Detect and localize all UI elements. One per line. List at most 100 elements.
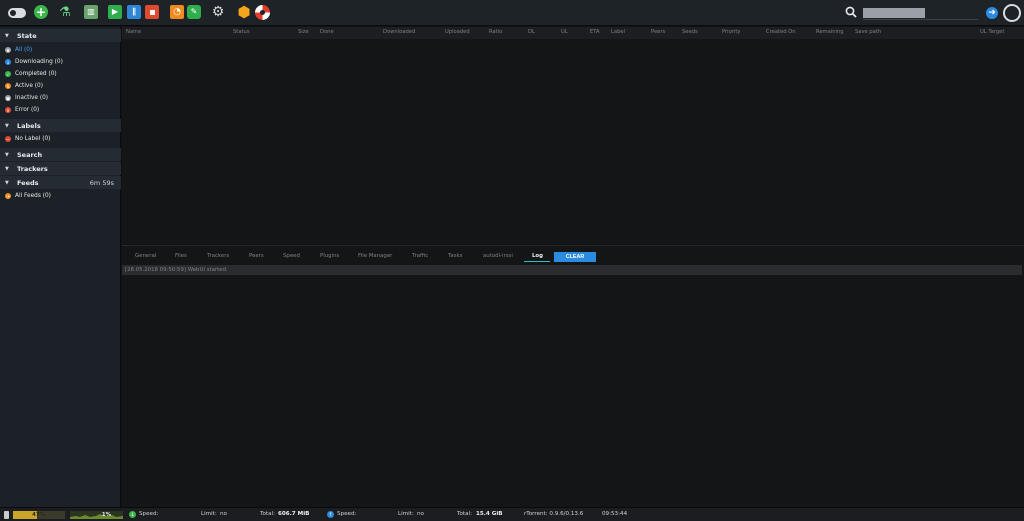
column-header-downloaded[interactable]: Downloaded [383, 29, 415, 35]
column-header-priority[interactable]: Priority [722, 29, 740, 35]
column-header-peers[interactable]: Peers [651, 29, 665, 35]
caret-down-icon: ▼ [5, 32, 9, 39]
search-input[interactable] [863, 8, 925, 18]
inactive-icon: ■ [5, 95, 11, 101]
search-title: Search [17, 150, 43, 159]
column-header-save-path[interactable]: Save path [855, 29, 881, 35]
tab-trackers[interactable]: Trackers [207, 253, 229, 259]
upload-speed-label: Speed: [337, 511, 357, 517]
upload-limit-value[interactable]: no [417, 511, 424, 517]
feeds-title: Feeds [17, 178, 39, 187]
plugin-cube-icon[interactable]: ⬢ [237, 4, 251, 19]
column-header-remaining[interactable]: Remaining [816, 29, 844, 35]
download-icon: ↓ [129, 511, 136, 518]
tab-peers[interactable]: Peers [249, 253, 264, 259]
state-label: Inactive (0) [15, 95, 49, 101]
clear-log-button[interactable]: CLEAR [554, 252, 596, 262]
column-header-label[interactable]: Label [611, 29, 625, 35]
label-name: No Label (0) [15, 136, 51, 142]
feeds-header[interactable]: ▼ Feeds 6m 59s [0, 176, 121, 189]
tab-traffic[interactable]: Traffic [412, 253, 428, 259]
rss-icon[interactable]: ◔ [170, 5, 184, 19]
details-pane: General Files Trackers Peers Speed Plugi… [122, 245, 1024, 507]
caret-down-icon: ▼ [5, 122, 9, 129]
label-item-none[interactable]: — No Label (0) [5, 134, 50, 144]
disk-icon [4, 511, 9, 519]
active-icon: ⇅ [5, 83, 11, 89]
stop-icon[interactable] [145, 5, 159, 19]
column-header-seeds[interactable]: Seeds [682, 29, 698, 35]
memory-graph: 1% [70, 511, 123, 519]
connection-status-icon[interactable] [1003, 4, 1021, 22]
column-header-dl[interactable]: DL [528, 29, 535, 35]
state-item-inactive[interactable]: ■ Inactive (0) [5, 93, 48, 103]
state-item-completed[interactable]: ✓ Completed (0) [5, 69, 57, 79]
feed-icon: ◔ [5, 193, 11, 199]
column-header-name[interactable]: Name [126, 29, 141, 35]
upload-total-number: 15.4 GiB [476, 511, 503, 517]
state-label: Error (0) [15, 107, 40, 113]
labels-title: Labels [17, 121, 41, 130]
state-item-error[interactable]: ✕ Error (0) [5, 105, 39, 115]
client-version: rTorrent: 0.9.6/0.13.6 [524, 511, 584, 517]
column-header-status[interactable]: Status [233, 29, 250, 35]
download-total-number: 606.7 MiB [278, 511, 310, 517]
download-limit-label[interactable]: Limit: [201, 511, 217, 517]
column-header-eta[interactable]: ETA [590, 29, 600, 35]
tab-plugins[interactable]: Plugins [320, 253, 339, 259]
error-icon: ✕ [5, 107, 11, 113]
status-bar: 47% 1% ↓ Speed: Limit: no Total: 606.7 M… [0, 507, 1024, 521]
toggle-icon[interactable] [8, 8, 26, 18]
search-go-icon[interactable]: ➜ [986, 7, 998, 19]
column-header-done[interactable]: Done [320, 29, 334, 35]
log-entry: [28.05.2018 09:50:59] WebUI started. [122, 265, 1022, 275]
tab-autodl-irssi[interactable]: autodl-irssi [483, 253, 513, 259]
tab-files[interactable]: Files [175, 253, 187, 259]
tab-tasks[interactable]: Tasks [448, 253, 462, 259]
start-icon[interactable]: ▶ [108, 5, 122, 19]
tab-log[interactable]: Log [532, 253, 543, 259]
create-torrent-icon[interactable]: ⚗ [58, 5, 72, 19]
download-limit-value[interactable]: no [220, 511, 227, 517]
sidebar: ▼ State ✱ All (0) ↓ Downloading (0) ✓ Co… [0, 27, 121, 507]
download-speed-label: Speed: [139, 511, 159, 517]
remove-icon[interactable]: ▥ [84, 5, 98, 19]
column-header-ratio[interactable]: Ratio [489, 29, 502, 35]
labels-header[interactable]: ▼ Labels [0, 119, 121, 132]
tab-general[interactable]: General [135, 253, 156, 259]
download-total-label: Total: [260, 511, 275, 517]
chat-icon[interactable]: ✎ [187, 5, 201, 19]
torrent-list[interactable]: Name Status Size Done Downloaded Uploade… [122, 27, 1024, 244]
download-total-value: 606.7 MiB [278, 511, 309, 517]
tab-speed[interactable]: Speed [283, 253, 300, 259]
search-header[interactable]: ▼ Search [0, 148, 121, 161]
state-label: Downloading (0) [15, 59, 63, 65]
column-header-uploaded[interactable]: Uploaded [445, 29, 470, 35]
column-header-ul[interactable]: UL [561, 29, 568, 35]
upload-total-value: 15.4 GiB [476, 511, 503, 517]
state-item-all[interactable]: ✱ All (0) [5, 45, 32, 55]
state-title: State [17, 31, 37, 40]
trackers-header[interactable]: ▼ Trackers [0, 162, 121, 175]
caret-down-icon: ▼ [5, 179, 9, 186]
pause-icon[interactable]: ∥ [127, 5, 141, 19]
upload-icon: ↑ [327, 511, 334, 518]
feed-item-all[interactable]: ◔ All Feeds (0) [5, 191, 51, 201]
column-header-size[interactable]: Size [298, 29, 309, 35]
column-header-created-on[interactable]: Created On [766, 29, 796, 35]
add-torrent-icon[interactable]: + [34, 5, 48, 19]
help-icon[interactable] [255, 5, 270, 20]
search-underline [863, 19, 978, 20]
no-label-icon: — [5, 136, 11, 142]
state-header[interactable]: ▼ State [0, 29, 121, 42]
tab-file-manager[interactable]: File Manager [358, 253, 392, 259]
cpu-meter-text: 47% [32, 512, 45, 518]
upload-limit-label[interactable]: Limit: [398, 511, 414, 517]
settings-icon[interactable]: ⚙ [211, 5, 225, 19]
search-icon[interactable] [845, 6, 857, 18]
all-icon: ✱ [5, 47, 11, 53]
column-header-ul-target[interactable]: UL Target [980, 29, 1004, 35]
state-item-active[interactable]: ⇅ Active (0) [5, 81, 43, 91]
trackers-title: Trackers [17, 164, 48, 173]
state-item-downloading[interactable]: ↓ Downloading (0) [5, 57, 63, 67]
